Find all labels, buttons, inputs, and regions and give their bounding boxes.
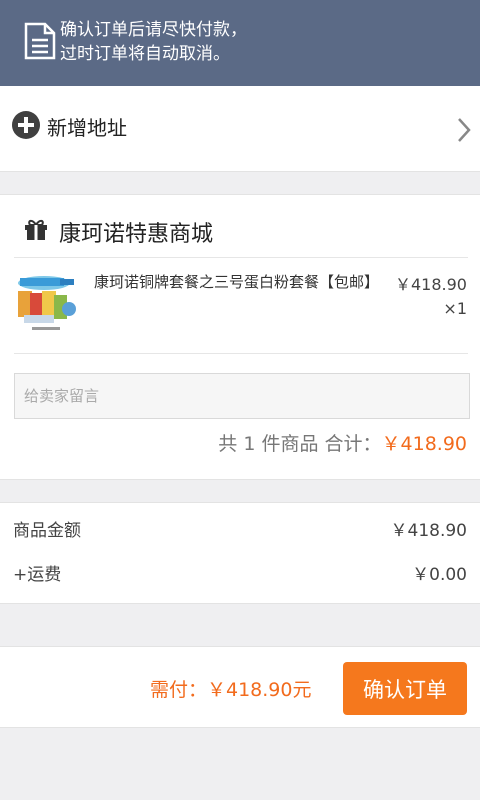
summary-prefix: 共 1 件商品 合计： (218, 433, 382, 455)
goods-amount-row: 商品金额 ￥418.90 (13, 516, 467, 541)
confirm-order-button[interactable]: 确认订单 (343, 662, 467, 715)
goods-amount-label: 商品金额 (13, 521, 81, 541)
product-title[interactable]: 康珂诺铜牌套餐之三号蛋白粉套餐【包邮】 (94, 271, 379, 293)
payable-amount: 需付：￥418.90元 (150, 679, 312, 701)
product-thumbnail[interactable] (14, 271, 78, 335)
divider (14, 257, 468, 258)
shop-name: 康珂诺特惠商城 (59, 222, 214, 247)
seller-message-input[interactable] (14, 373, 470, 419)
document-icon (24, 22, 56, 60)
plus-circle-icon (12, 111, 40, 139)
add-address-row[interactable]: 新增地址 (0, 86, 480, 172)
add-address-label: 新增地址 (47, 116, 127, 140)
fee-breakdown: 商品金额 ￥418.90 +运费 ￥0.00 (0, 502, 480, 604)
chevron-right-icon (458, 118, 471, 142)
notice-line-2: 过时订单将自动取消。 (60, 44, 230, 64)
notice-line-1: 确认订单后请尽快付款， (60, 20, 247, 40)
order-notice-banner: 确认订单后请尽快付款， 过时订单将自动取消。 (0, 0, 480, 86)
shipping-label: +运费 (13, 565, 62, 585)
summary-total: ￥418.90 (381, 433, 467, 455)
product-quantity: ×1 (443, 299, 467, 318)
checkout-bar: 需付：￥418.90元 确认订单 (0, 646, 480, 728)
shipping-row: +运费 ￥0.00 (13, 560, 467, 585)
divider (14, 353, 468, 354)
shipping-value: ￥0.00 (412, 565, 467, 585)
notice-text: 确认订单后请尽快付款， 过时订单将自动取消。 (60, 18, 247, 66)
product-price: ￥418.90 (395, 275, 467, 294)
goods-amount-value: ￥418.90 (390, 521, 467, 541)
gift-icon (25, 219, 47, 240)
order-summary: 共 1 件商品 合计：￥418.90 (218, 429, 467, 456)
shop-section: 康珂诺特惠商城 康珂诺铜牌套餐之三号蛋白粉套餐【包邮】 ￥418.90 ×1 共… (0, 194, 480, 480)
